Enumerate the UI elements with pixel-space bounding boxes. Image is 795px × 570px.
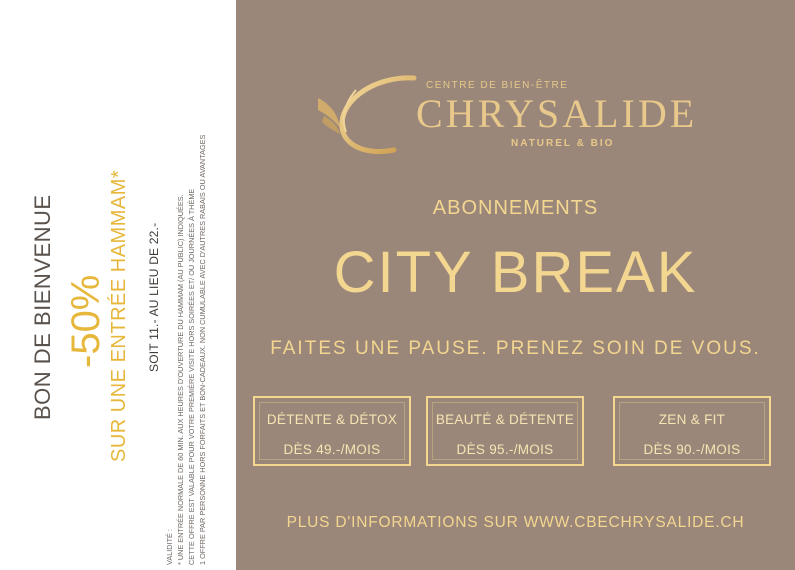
coupon-discount: -50% — [64, 274, 108, 368]
headline: CITY BREAK — [333, 240, 698, 305]
fine-print-line: VALIDITÉ : — [165, 529, 174, 565]
coupon-fine-print: VALIDITÉ : * UNE ENTRÉE NORMALE DE 60 MI… — [164, 45, 208, 565]
chrysalide-logo: CENTRE DE BIEN-ÊTRE CHRYSALIDE NATUREL &… — [316, 60, 694, 170]
plan-price: DÈS 95.-/MOIS — [456, 442, 554, 457]
website-info: PLUS D'INFORMATIONS SUR WWW.CBECHRYSALID… — [286, 514, 745, 531]
coupon-price-note: SOIT 11.- AU LIEU DE 22.- — [147, 222, 161, 372]
plan-box-beaute-detente: BEAUTÉ & DÉTENTE DÈS 95.-/MOIS — [426, 396, 584, 466]
slogan: FAITES UNE PAUSE. PRENEZ SOIN DE VOUS. — [270, 338, 761, 359]
coupon-offer: SUR UNE ENTRÉE HAMMAM* — [108, 169, 130, 462]
plan-box-zen-fit: ZEN & FIT DÈS 90.-/MOIS — [613, 396, 771, 466]
plan-price: DÈS 90.-/MOIS — [643, 442, 741, 457]
butterfly-swirl-icon — [318, 75, 417, 154]
subscription-panel: CENTRE DE BIEN-ÊTRE CHRYSALIDE NATUREL &… — [236, 0, 795, 570]
coupon-welcome-title: BON DE BIENVENUE — [30, 194, 55, 420]
plan-boxes: DÉTENTE & DÉTOX DÈS 49.-/MOIS BEAUTÉ & D… — [251, 396, 781, 472]
fine-print-line: * UNE ENTRÉE NORMALE DE 60 MIN. AUX HEUR… — [176, 194, 185, 565]
welcome-coupon: BON DE BIENVENUE -50% SUR UNE ENTRÉE HAM… — [0, 0, 236, 570]
plan-name: BEAUTÉ & DÉTENTE — [435, 412, 575, 427]
logo-tagline-bottom: NATUREL & BIO — [511, 138, 615, 149]
plan-name: DÉTENTE & DÉTOX — [266, 412, 398, 427]
fine-print-line: 1 OFFRE PAR PERSONNE HORS FORFAITS ET BO… — [198, 134, 207, 565]
plan-box-detente-detox: DÉTENTE & DÉTOX DÈS 49.-/MOIS — [253, 396, 411, 466]
section-subtitle: ABONNEMENTS — [432, 197, 599, 219]
plan-name: ZEN & FIT — [658, 412, 726, 427]
logo-brand-name: CHRYSALIDE — [416, 91, 698, 136]
plan-price: DÈS 49.-/MOIS — [283, 442, 381, 457]
fine-print-line: CETTE OFFRE EST VALABLE POUR VOTRE PREMI… — [187, 188, 196, 565]
flyer: BON DE BIENVENUE -50% SUR UNE ENTRÉE HAM… — [0, 0, 795, 570]
